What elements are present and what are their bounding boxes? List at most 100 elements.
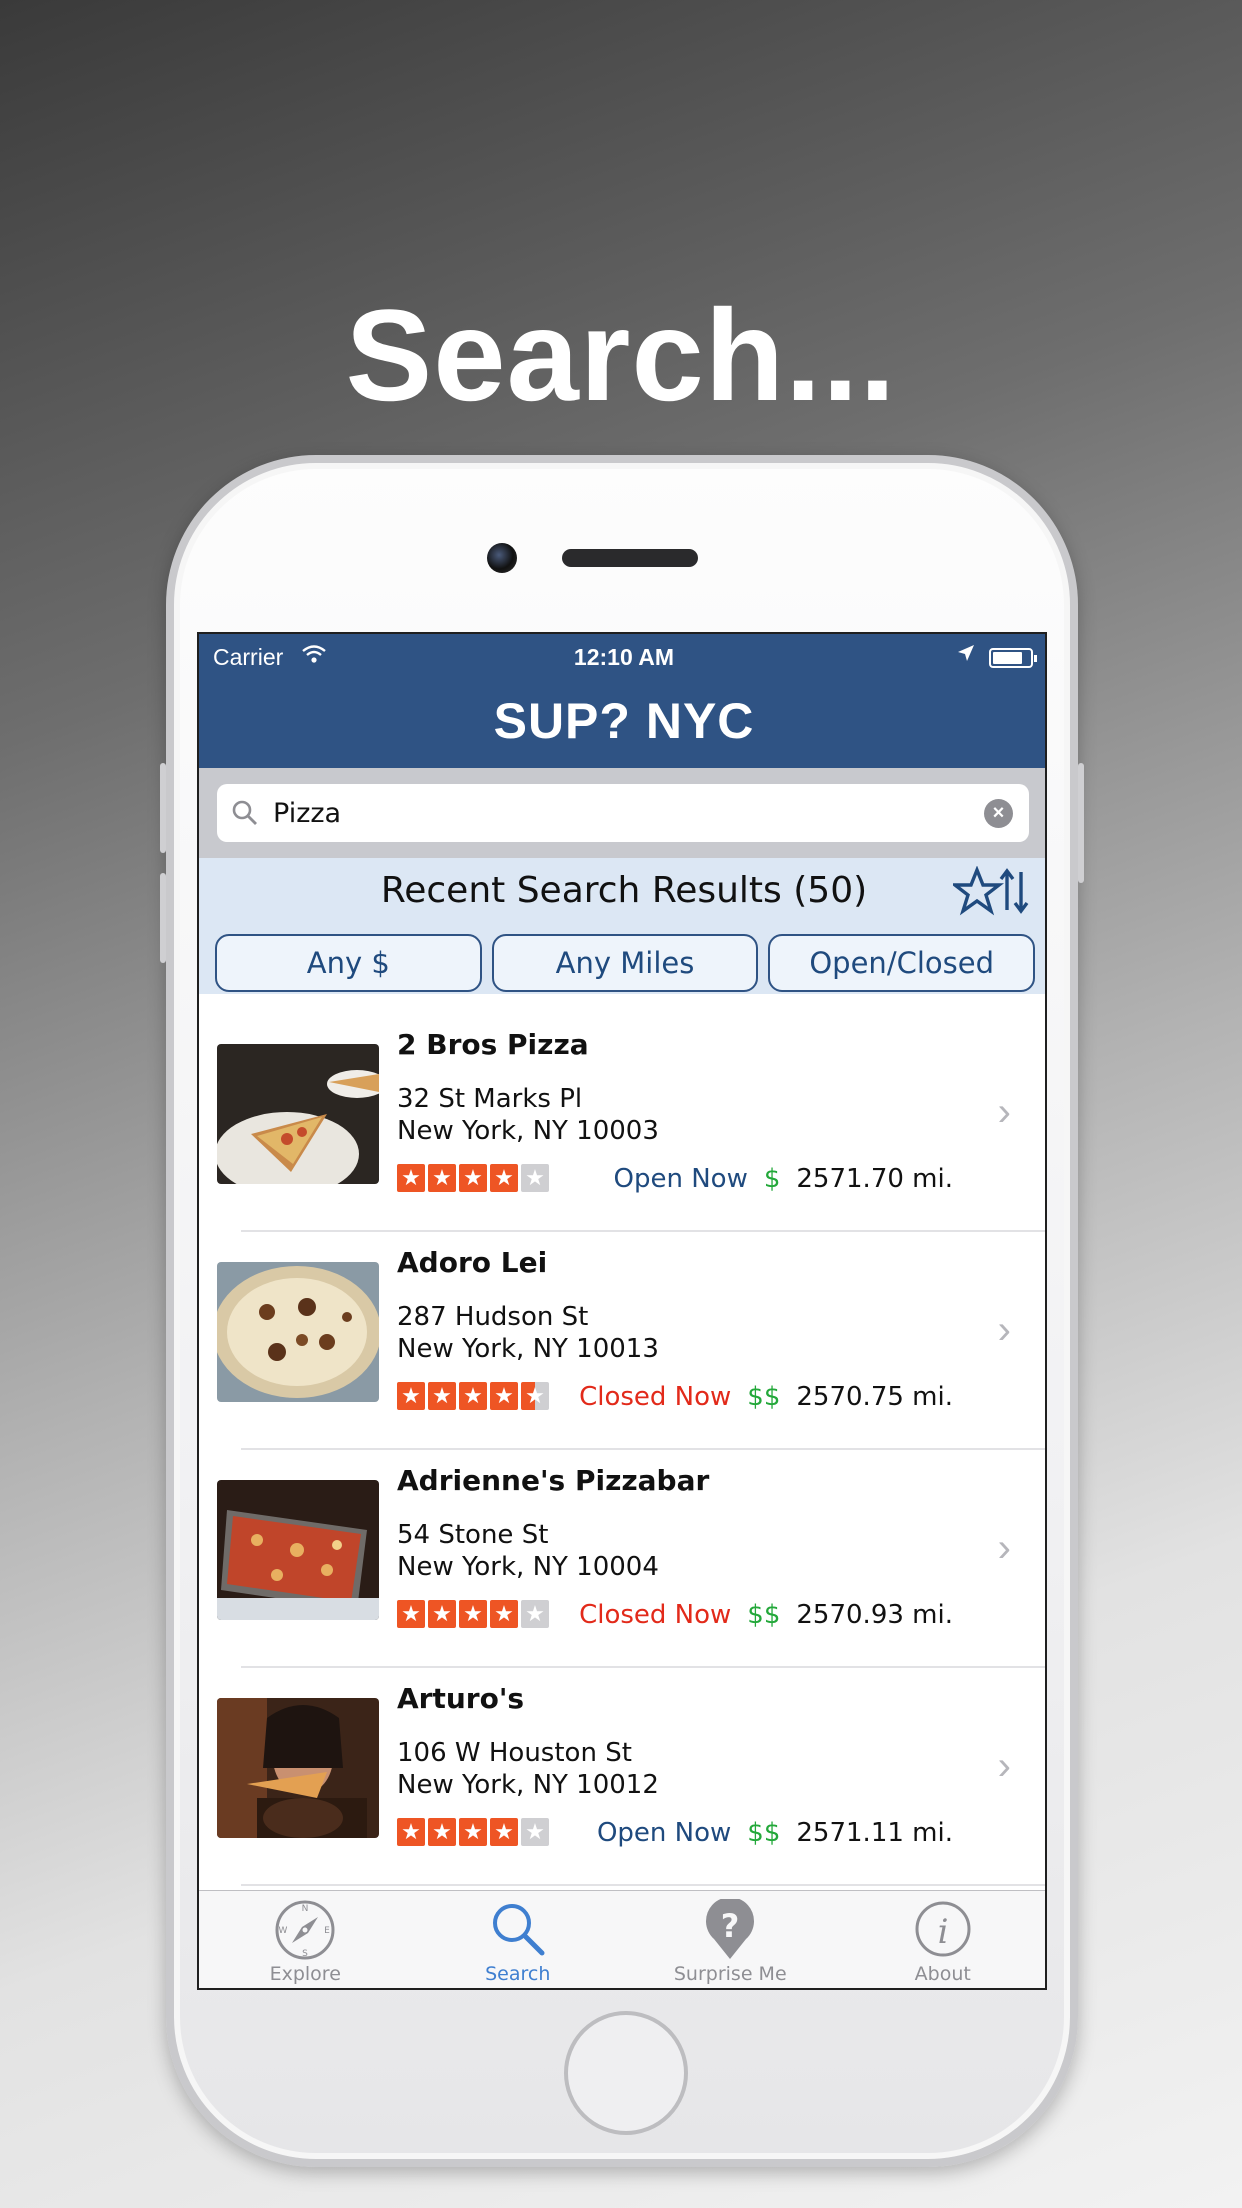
restaurant-photo — [217, 1044, 379, 1184]
tab-surprise-me[interactable]: ? Surprise Me — [624, 1891, 837, 1988]
price-filter-button[interactable]: Any $ — [215, 934, 482, 992]
restaurant-city-line: New York, NY 10003 — [397, 1116, 659, 1146]
svg-text:W: W — [279, 1926, 288, 1936]
star-icon: ★ — [459, 1382, 487, 1410]
tab-label: Explore — [269, 1963, 341, 1985]
list-item[interactable]: Arturo's 106 W Houston St New York, NY 1… — [199, 1668, 1045, 1886]
tab-bar: N S W E Explore Search ? Surprise Me i Abou… — [199, 1890, 1046, 1988]
svg-text:i: i — [937, 1912, 948, 1952]
results-header: Recent Search Results (50) Any $ Any Mil… — [199, 858, 1045, 994]
restaurant-city-line: New York, NY 10004 — [397, 1552, 659, 1582]
restaurant-meta: Open Now $2571.70 mi. — [614, 1164, 954, 1194]
tab-search[interactable]: Search — [412, 1891, 625, 1988]
star-icon: ★ — [521, 1164, 549, 1192]
search-icon — [488, 1899, 548, 1964]
star-icon: ★ — [521, 1382, 549, 1410]
earpiece-speaker — [562, 549, 698, 567]
battery-icon — [989, 648, 1037, 668]
list-item[interactable]: Adoro Lei 287 Hudson St New York, NY 100… — [199, 1232, 1045, 1450]
search-input[interactable] — [273, 792, 953, 834]
star-icon: ★ — [521, 1600, 549, 1628]
app-screen: Carrier 12:10 AM SUP? NYC × Recent Searc… — [197, 632, 1047, 1990]
restaurant-name: Arturo's — [397, 1682, 525, 1715]
clear-search-icon[interactable]: × — [984, 799, 1013, 828]
price-level: $$ — [747, 1382, 781, 1412]
star-icon: ★ — [397, 1382, 425, 1410]
open-closed-filter-button[interactable]: Open/Closed — [768, 934, 1036, 992]
restaurant-meta: Closed Now $$ 2570.93 mi. — [579, 1600, 953, 1630]
chevron-right-icon: › — [997, 1744, 1011, 1788]
restaurant-address-line: 54 Stone St — [397, 1520, 549, 1550]
restaurant-city-line: New York, NY 10012 — [397, 1770, 659, 1800]
price-level: $$ — [747, 1600, 781, 1630]
distance-label: 2570.75 mi. — [796, 1382, 953, 1412]
filter-bar: Any $ Any Miles Open/Closed — [215, 934, 1036, 992]
star-icon: ★ — [459, 1818, 487, 1846]
volume-button — [160, 763, 166, 853]
svg-text:N: N — [302, 1904, 309, 1914]
search-icon — [231, 799, 259, 832]
restaurant-name: Adoro Lei — [397, 1246, 548, 1279]
restaurant-name: 2 Bros Pizza — [397, 1028, 589, 1061]
star-icon: ★ — [521, 1818, 549, 1846]
star-rating: ★ ★ ★ ★ ★ — [397, 1382, 549, 1410]
star-icon: ★ — [428, 1382, 456, 1410]
distance-label: 2571.70 mi. — [796, 1164, 953, 1194]
star-icon: ★ — [490, 1164, 518, 1192]
restaurant-city-line: New York, NY 10013 — [397, 1334, 659, 1364]
star-icon: ★ — [397, 1600, 425, 1628]
status-badge: Open Now — [613, 1164, 748, 1194]
restaurant-address-line: 106 W Houston St — [397, 1738, 632, 1768]
restaurant-photo — [217, 1480, 379, 1620]
svg-text:?: ? — [721, 1907, 740, 1945]
chevron-right-icon: › — [997, 1308, 1011, 1352]
star-icon: ★ — [490, 1818, 518, 1846]
power-button — [1078, 763, 1084, 883]
status-badge: Open Now — [596, 1818, 732, 1848]
star-icon: ★ — [397, 1818, 425, 1846]
list-item[interactable]: 2 Bros Pizza 32 St Marks Pl New York, NY… — [199, 1014, 1045, 1232]
svg-text:S: S — [302, 1949, 308, 1959]
restaurant-photo — [217, 1698, 379, 1838]
chevron-right-icon: › — [997, 1526, 1011, 1570]
price-level: $ — [763, 1164, 781, 1194]
price-level: $$ — [747, 1818, 781, 1848]
favorite-sort-icon[interactable] — [950, 865, 1029, 921]
tab-label: Surprise Me — [673, 1963, 787, 1985]
search-bar: × — [199, 768, 1045, 858]
results-title: Recent Search Results (50) — [380, 870, 868, 911]
navigation-bar: Carrier 12:10 AM SUP? NYC — [199, 634, 1045, 768]
restaurant-photo — [217, 1262, 379, 1402]
results-list: 2 Bros Pizza 32 St Marks Pl New York, NY… — [199, 1014, 1045, 1926]
star-icon: ★ — [428, 1600, 456, 1628]
info-icon: i — [913, 1899, 973, 1964]
tab-about[interactable]: i About — [837, 1891, 1046, 1988]
restaurant-meta: Open Now $$ 2571.11 mi. — [597, 1818, 953, 1848]
location-arrow-icon — [957, 644, 975, 668]
chevron-right-icon: › — [997, 1090, 1011, 1134]
list-item[interactable]: Adrienne's Pizzabar 54 Stone St New York… — [199, 1450, 1045, 1668]
star-rating: ★ ★ ★ ★ ★ — [397, 1164, 549, 1192]
star-icon: ★ — [428, 1164, 456, 1192]
tab-explore[interactable]: N S W E Explore — [199, 1891, 412, 1988]
star-rating: ★ ★ ★ ★ ★ — [397, 1600, 549, 1628]
distance-filter-button[interactable]: Any Miles — [491, 934, 759, 992]
distance-label: 2571.11 mi. — [796, 1818, 953, 1848]
status-badge: Closed Now — [579, 1382, 732, 1412]
restaurant-address-line: 287 Hudson St — [397, 1302, 589, 1332]
restaurant-address-line: 32 St Marks Pl — [397, 1084, 583, 1114]
search-field[interactable]: × — [217, 784, 1029, 842]
question-pin-icon: ? — [702, 1897, 758, 1966]
star-icon: ★ — [490, 1600, 518, 1628]
svg-text:E: E — [324, 1926, 330, 1936]
star-icon: ★ — [397, 1164, 425, 1192]
star-icon: ★ — [459, 1600, 487, 1628]
app-title: SUP? NYC — [493, 693, 755, 749]
restaurant-meta: Closed Now $$ 2570.75 mi. — [579, 1382, 953, 1412]
status-bar: Carrier 12:10 AM — [199, 644, 1045, 678]
star-icon: ★ — [428, 1818, 456, 1846]
restaurant-name: Adrienne's Pizzabar — [397, 1464, 710, 1497]
status-time: 12:10 AM — [573, 644, 675, 670]
home-button[interactable] — [564, 2011, 688, 2135]
tab-label: Search — [485, 1963, 551, 1985]
